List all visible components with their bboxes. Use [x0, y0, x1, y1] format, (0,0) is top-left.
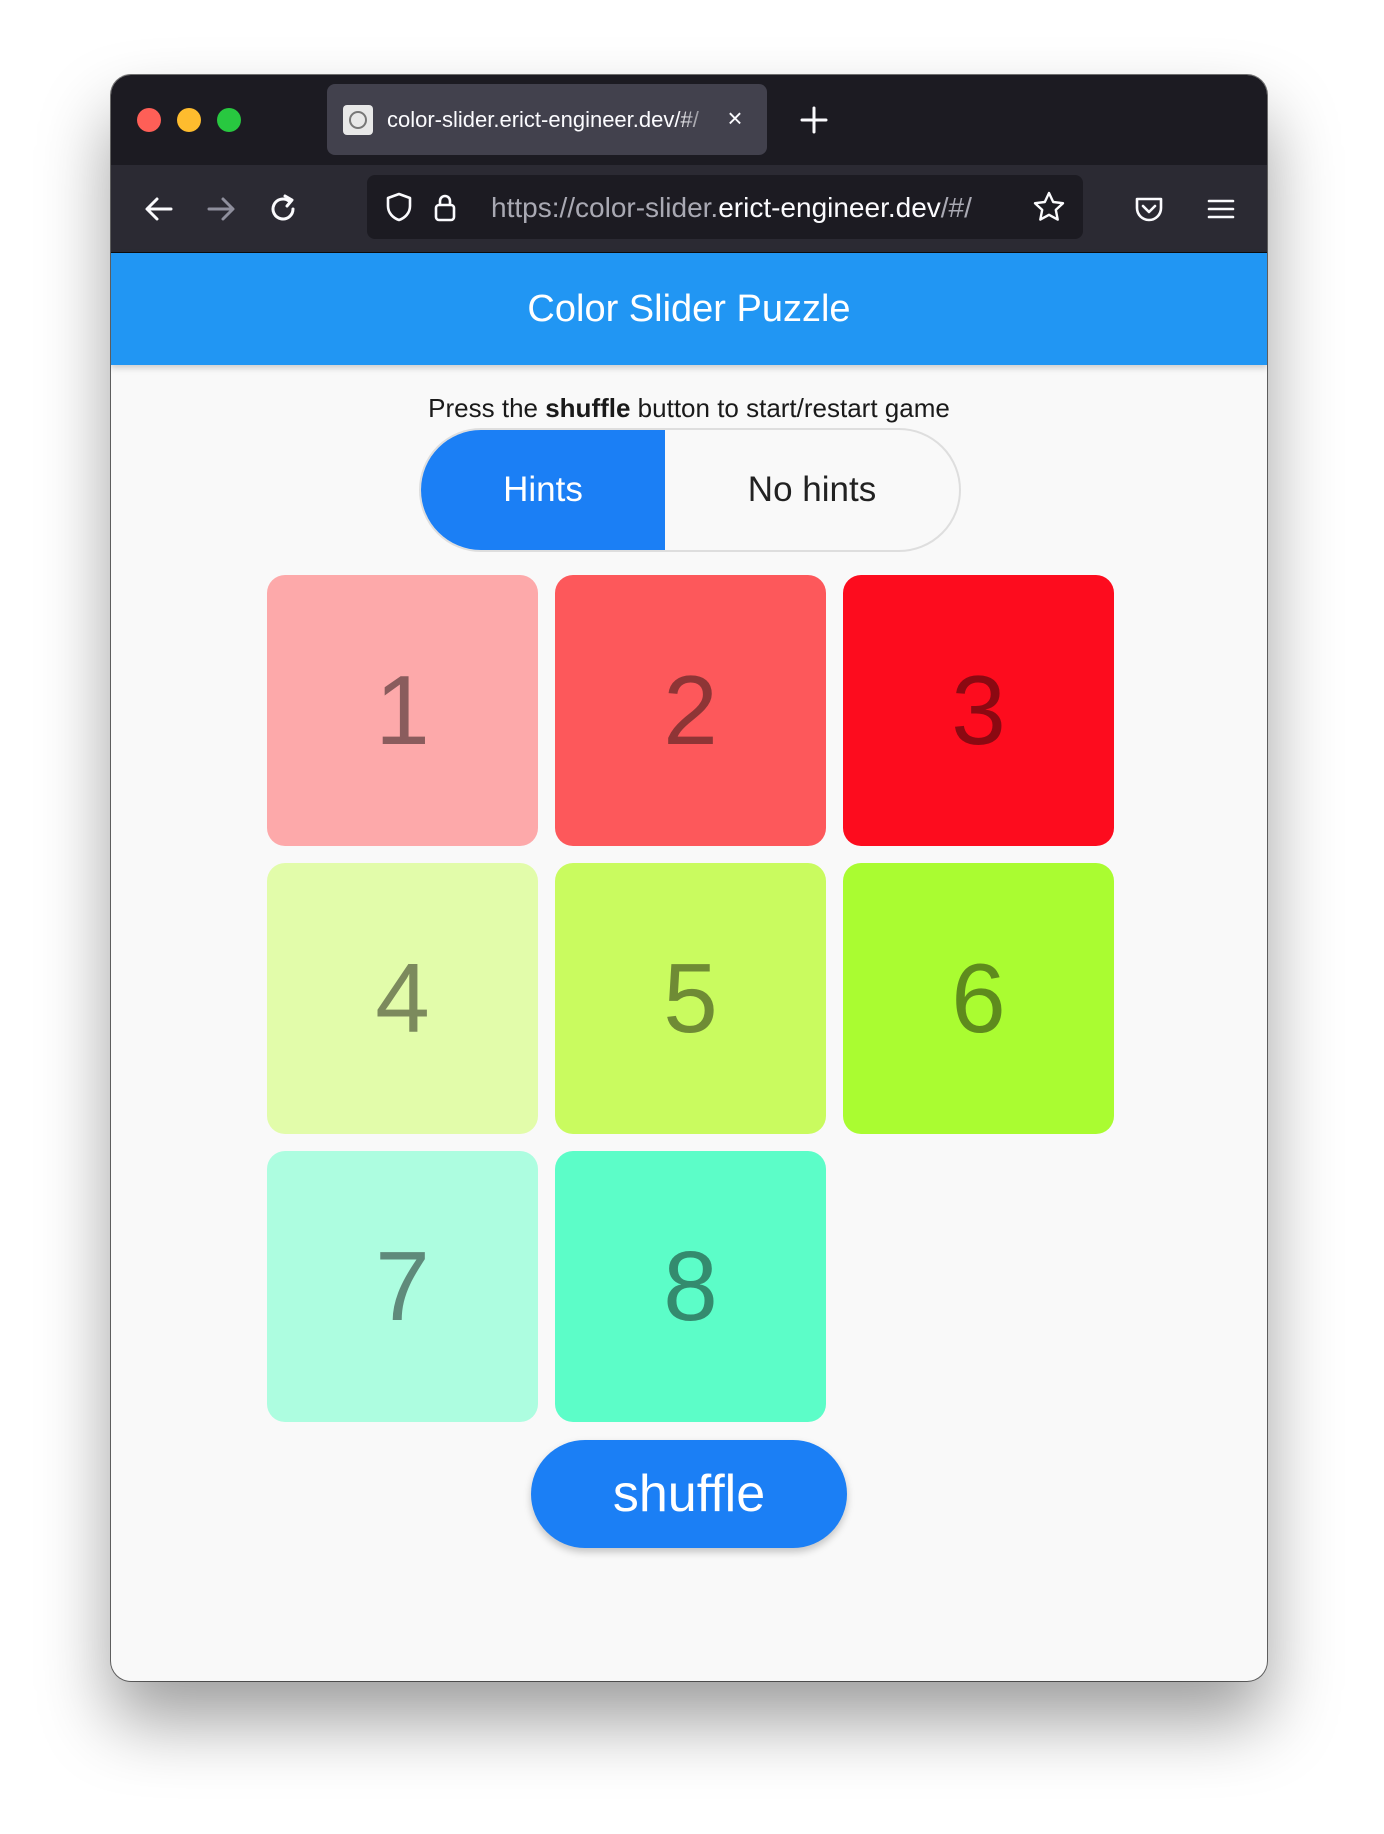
reload-icon: [271, 194, 295, 221]
puzzle-tile[interactable]: 4: [267, 863, 538, 1134]
url-text[interactable]: https://color-slider.erict-engineer.dev/…: [491, 192, 972, 224]
instruction-suffix: button to start/restart game: [630, 393, 950, 423]
lock-icon[interactable]: [427, 189, 463, 225]
url-bar[interactable]: https://color-slider.erict-engineer.dev/…: [367, 175, 1083, 239]
instruction-text: Press the shuffle button to start/restar…: [111, 393, 1267, 424]
browser-window: color-slider.erict-engineer.dev/#/ × htt…: [111, 75, 1267, 1681]
puzzle-tile[interactable]: 8: [555, 1151, 826, 1422]
puzzle-tile[interactable]: 2: [555, 575, 826, 846]
arrow-right-icon: [207, 197, 235, 221]
new-tab-button[interactable]: [795, 101, 833, 139]
arrow-left-icon: [145, 197, 173, 221]
url-suffix: /#/: [940, 192, 972, 223]
reload-button[interactable]: [261, 187, 305, 231]
page-title: Color Slider Puzzle: [527, 287, 851, 330]
instruction-prefix: Press the: [428, 393, 546, 423]
hamburger-menu-icon: [1207, 199, 1235, 219]
pocket-icon: [1135, 197, 1163, 222]
hints-option[interactable]: Hints: [421, 430, 665, 550]
plus-icon: [800, 106, 828, 134]
pocket-button[interactable]: [1127, 187, 1171, 231]
tab-title: color-slider.erict-engineer.dev/#/: [387, 106, 699, 132]
forward-button[interactable]: [199, 187, 243, 231]
url-prefix: https://color-slider.: [491, 192, 719, 223]
browser-tab[interactable]: color-slider.erict-engineer.dev/#/ ×: [327, 84, 767, 155]
no-hints-option[interactable]: No hints: [665, 430, 959, 550]
bookmark-star-icon[interactable]: [1031, 189, 1067, 225]
instruction-emphasis: shuffle: [545, 393, 631, 423]
shuffle-button[interactable]: shuffle: [531, 1440, 847, 1548]
puzzle-tile[interactable]: 7: [267, 1151, 538, 1422]
back-button[interactable]: [137, 187, 181, 231]
app-header: Color Slider Puzzle: [111, 253, 1267, 365]
puzzle-board: 123 456 78: [267, 575, 1114, 1422]
puzzle-tile[interactable]: 3: [843, 575, 1114, 846]
hint-mode-toggle: Hints No hints: [419, 428, 961, 552]
menu-button[interactable]: [1199, 187, 1243, 231]
site-favicon-icon: [343, 104, 373, 135]
close-window-button[interactable]: [137, 108, 161, 132]
minimize-window-button[interactable]: [177, 108, 201, 132]
title-bar: color-slider.erict-engineer.dev/#/ ×: [111, 75, 1267, 165]
puzzle-tile[interactable]: 1: [267, 575, 538, 846]
puzzle-tile[interactable]: 5: [555, 863, 826, 1134]
navigation-toolbar: https://color-slider.erict-engineer.dev/…: [111, 165, 1267, 253]
url-domain: erict-engineer.dev: [718, 192, 941, 223]
tab-close-icon[interactable]: ×: [721, 104, 749, 132]
maximize-window-button[interactable]: [217, 108, 241, 132]
shield-icon[interactable]: [381, 189, 417, 225]
puzzle-tile[interactable]: 6: [843, 863, 1114, 1134]
